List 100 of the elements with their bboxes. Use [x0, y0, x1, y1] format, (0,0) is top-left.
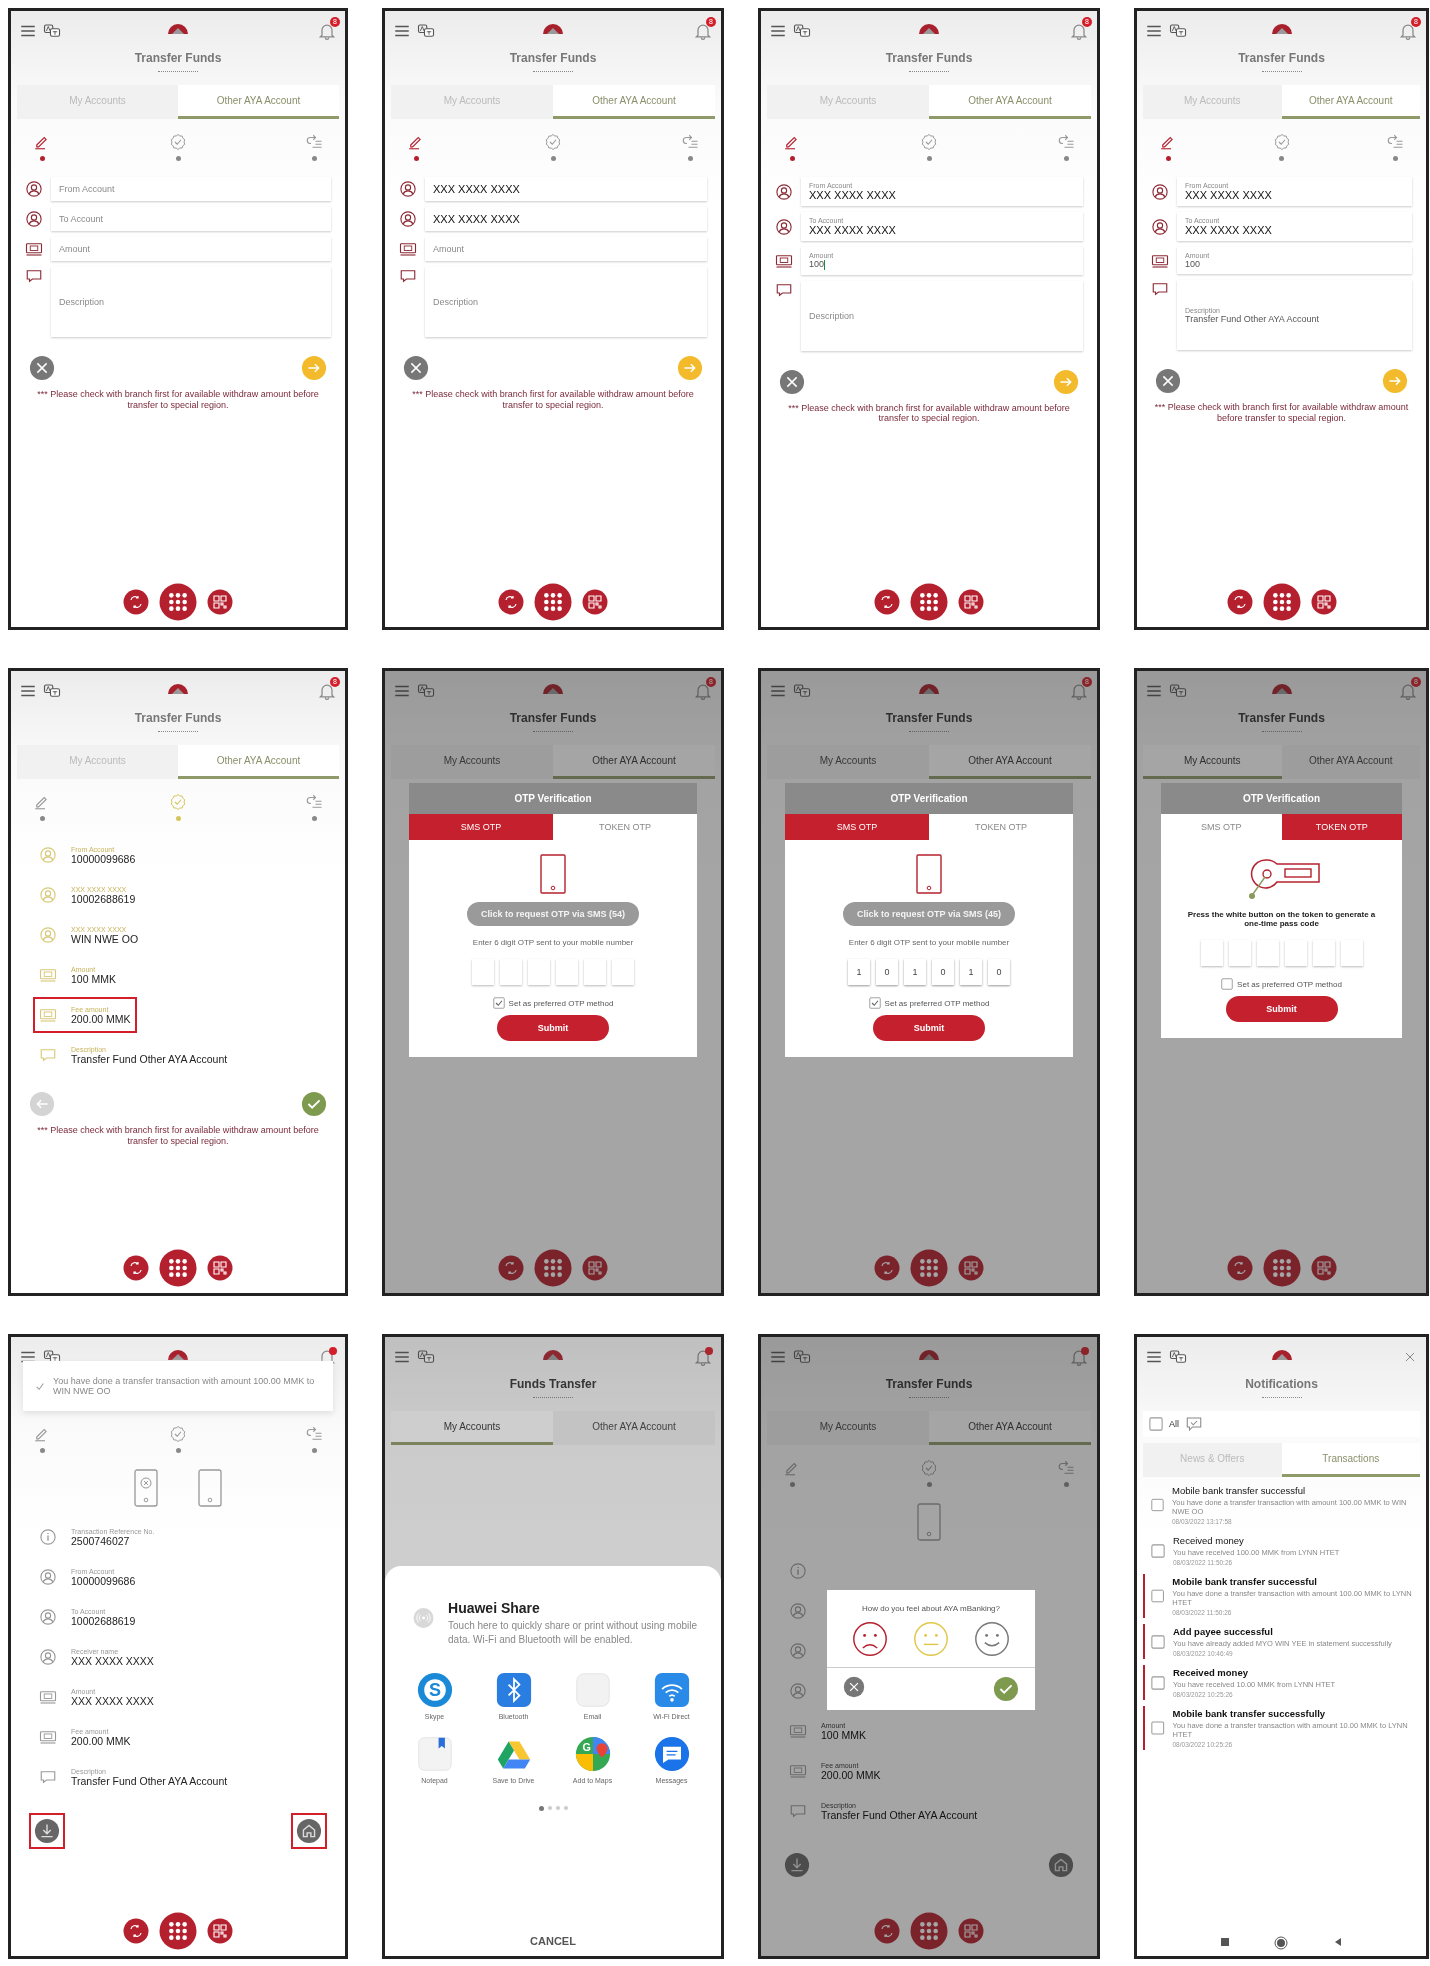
input-field[interactable]: To Account	[51, 207, 331, 231]
otp-digit-field[interactable]	[1200, 940, 1223, 966]
tab[interactable]: My Accounts	[767, 1411, 929, 1445]
qr-code-button[interactable]	[958, 589, 984, 615]
checkbox[interactable]	[492, 997, 505, 1009]
translate-icon[interactable]	[1169, 22, 1187, 40]
tab[interactable]: My Accounts	[391, 1411, 553, 1445]
download-button[interactable]	[784, 1852, 810, 1878]
transfer-button[interactable]	[123, 1255, 149, 1281]
qr-code-button[interactable]	[207, 1918, 233, 1944]
checkbox[interactable]	[1221, 978, 1234, 990]
input-field[interactable]: Description	[51, 267, 331, 337]
translate-icon[interactable]	[1169, 682, 1187, 700]
tab[interactable]: Other AYA Account	[929, 1411, 1091, 1445]
message-check-icon[interactable]	[1185, 1415, 1203, 1433]
otp-digit-field[interactable]	[1340, 940, 1363, 966]
otp-digit-field[interactable]	[1228, 940, 1251, 966]
happy-face-icon[interactable]	[974, 1621, 1011, 1657]
otp-digit-field[interactable]: 0	[932, 959, 954, 985]
transfer-button[interactable]	[498, 1255, 524, 1281]
qr-code-button[interactable]	[207, 589, 233, 615]
tab[interactable]: Other AYA Account	[1281, 85, 1420, 119]
input-field[interactable]: Amount	[425, 237, 707, 261]
translate-icon[interactable]	[43, 682, 61, 700]
tab[interactable]: Other AYA Account	[178, 745, 339, 779]
input-field[interactable]: Description	[425, 267, 707, 337]
tab[interactable]: Transactions	[1281, 1443, 1420, 1477]
transfer-button[interactable]	[874, 1255, 900, 1281]
otp-digit-field[interactable]	[584, 959, 606, 985]
transfer-button[interactable]	[1226, 1255, 1253, 1281]
otp-digit-field[interactable]: 0	[988, 959, 1010, 985]
tab[interactable]: Other AYA Account	[553, 85, 715, 119]
tab[interactable]: Other AYA Account	[1281, 745, 1420, 779]
otp-digit-field[interactable]	[472, 959, 494, 985]
qr-code-button[interactable]	[958, 1255, 984, 1281]
otp-digit-field[interactable]: 1	[904, 959, 926, 985]
tab[interactable]: SMS OTP	[409, 814, 553, 840]
otp-digit-field[interactable]	[612, 959, 634, 985]
checkbox[interactable]	[1151, 1675, 1165, 1690]
tab[interactable]: Other AYA Account	[553, 745, 715, 779]
sad-face-icon[interactable]	[851, 1621, 888, 1657]
tab[interactable]: SMS OTP	[785, 814, 929, 840]
transfer-button[interactable]	[123, 589, 149, 615]
cancel-button[interactable]	[29, 355, 55, 381]
checkbox[interactable]	[1151, 1721, 1165, 1735]
tab[interactable]: Other AYA Account	[178, 85, 339, 119]
transfer-button[interactable]	[123, 1918, 149, 1944]
otp-digit-field[interactable]	[1284, 940, 1307, 966]
otp-digit-field[interactable]	[1312, 940, 1335, 966]
checkbox[interactable]	[1151, 1634, 1165, 1649]
submit-button[interactable]: Submit	[873, 1015, 985, 1041]
qr-code-button[interactable]	[958, 1918, 984, 1944]
menu-grid-button[interactable]	[159, 583, 197, 621]
qr-code-button[interactable]	[582, 1255, 608, 1281]
qr-code-button[interactable]	[582, 589, 608, 615]
otp-digit-field[interactable]	[556, 959, 578, 985]
otp-digit-field[interactable]: 1	[848, 959, 870, 985]
input-field[interactable]: Amount	[51, 237, 331, 261]
recent-apps-button[interactable]	[1218, 1936, 1231, 1948]
menu-grid-button[interactable]	[1262, 1249, 1301, 1287]
translate-icon[interactable]	[793, 1348, 811, 1366]
translate-icon[interactable]	[1169, 1348, 1187, 1366]
input-field[interactable]: XXX XXXX XXXX	[425, 207, 707, 231]
tab[interactable]: Other AYA Account	[929, 745, 1091, 779]
transfer-button[interactable]	[498, 589, 524, 615]
cancel-button[interactable]: CANCEL	[524, 1934, 582, 1948]
transfer-button[interactable]	[874, 1918, 900, 1944]
menu-grid-button[interactable]	[910, 1249, 948, 1287]
tab[interactable]: My Accounts	[391, 745, 553, 779]
otp-digit-field[interactable]: 1	[960, 959, 982, 985]
otp-digit-field[interactable]	[500, 959, 522, 985]
input-field[interactable]: Description	[801, 280, 1083, 351]
cancel-button[interactable]	[1155, 368, 1181, 394]
menu-grid-button[interactable]	[1262, 583, 1301, 621]
translate-icon[interactable]	[417, 22, 435, 40]
otp-digit-field[interactable]	[1256, 940, 1279, 966]
translate-icon[interactable]	[417, 682, 435, 700]
tab[interactable]: My Accounts	[1143, 745, 1282, 779]
checkbox[interactable]	[1151, 1543, 1165, 1558]
qr-code-button[interactable]	[207, 1255, 233, 1281]
submit-button[interactable]: Submit	[1225, 996, 1338, 1022]
transfer-button[interactable]	[1226, 589, 1253, 615]
qr-code-button[interactable]	[1310, 589, 1337, 615]
otp-digit-field[interactable]	[528, 959, 550, 985]
checkbox[interactable]	[868, 997, 881, 1009]
cancel-button[interactable]	[403, 355, 429, 381]
menu-grid-button[interactable]	[910, 1912, 948, 1950]
translate-icon[interactable]	[417, 1348, 435, 1366]
menu-grid-button[interactable]	[534, 1249, 572, 1287]
tab[interactable]: My Accounts	[767, 745, 929, 779]
tab[interactable]: Other AYA Account	[553, 1411, 715, 1445]
menu-grid-button[interactable]	[534, 583, 572, 621]
input-field[interactable]: XXX XXXX XXXX	[425, 177, 707, 201]
translate-icon[interactable]	[43, 22, 61, 40]
qr-code-button[interactable]	[1310, 1255, 1337, 1281]
translate-icon[interactable]	[793, 682, 811, 700]
transfer-button[interactable]	[874, 589, 900, 615]
confirm-button[interactable]	[301, 1091, 327, 1117]
checkbox[interactable]	[1151, 1498, 1164, 1512]
input-field[interactable]: From Account	[51, 177, 331, 201]
